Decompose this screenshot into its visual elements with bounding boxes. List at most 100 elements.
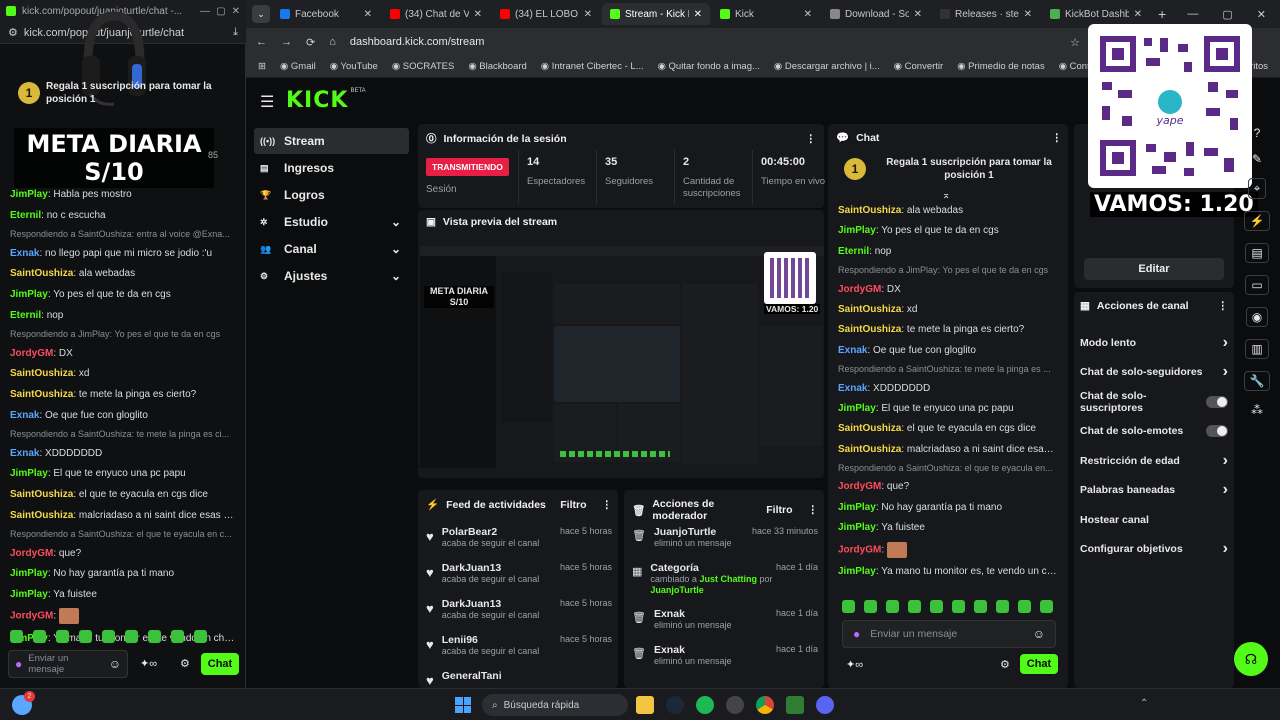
- reload-icon[interactable]: ⟳: [306, 36, 315, 49]
- emote-icon[interactable]: [79, 630, 92, 643]
- feed-filter-button[interactable]: Filtro: [560, 499, 586, 511]
- broadcast-icon[interactable]: ◉: [1245, 307, 1269, 327]
- file-explorer-icon[interactable]: [636, 696, 654, 714]
- bookmark-item[interactable]: ◉ YouTube: [330, 61, 378, 72]
- emote-icon[interactable]: [930, 600, 943, 613]
- emote-icon[interactable]: [842, 600, 855, 613]
- channel-action-item[interactable]: Configurar objetivos ›: [1080, 535, 1228, 565]
- emoji-icon[interactable]: ☺: [109, 657, 121, 671]
- chat-username[interactable]: JimPlay: [10, 468, 48, 479]
- emote-icon[interactable]: [56, 630, 69, 643]
- session-menu-icon[interactable]: ⋮: [806, 133, 817, 145]
- chat-username[interactable]: JordyGM: [838, 544, 881, 555]
- mod-action-item[interactable]: 🗑 Exnak hace 1 día eliminó un mensaje: [632, 644, 818, 680]
- feed-item[interactable]: ♥ DarkJuan13 hace 5 horas acaba de seguir e…: [426, 598, 612, 634]
- chat-username[interactable]: SaintOushiza: [838, 423, 901, 434]
- chat-username[interactable]: JordyGM: [10, 611, 53, 622]
- sidebar-item-estudio[interactable]: ✲ Estudio ⌄: [254, 209, 409, 235]
- chat-username[interactable]: JimPlay: [10, 589, 48, 600]
- emote-icon[interactable]: [102, 630, 115, 643]
- mod-action-item[interactable]: 🗑 JuanjoTurtle hace 33 minutos eliminó un m…: [632, 526, 818, 562]
- wrench-icon[interactable]: 🔧: [1243, 371, 1271, 391]
- browser-tab[interactable]: Releases · steves ✕: [932, 3, 1040, 25]
- browser-tab[interactable]: KickBot Dashboa ✕: [1042, 3, 1150, 25]
- window-close-icon[interactable]: ✕: [1257, 8, 1266, 21]
- chat-username[interactable]: SaintOushiza: [10, 510, 73, 521]
- tab-close-icon[interactable]: ✕: [804, 9, 812, 20]
- chat-username[interactable]: SaintOushiza: [10, 268, 73, 279]
- pinned-collapse-icon[interactable]: ⌅: [942, 190, 950, 201]
- message-icon[interactable]: ▭: [1245, 275, 1269, 295]
- mod-menu-icon[interactable]: ⋮: [808, 504, 819, 516]
- emote-icon[interactable]: [33, 630, 46, 643]
- back-icon[interactable]: ←: [256, 36, 267, 48]
- chat-username[interactable]: Exnak: [10, 248, 39, 259]
- tab-close-icon[interactable]: ✕: [364, 9, 372, 20]
- lightning-icon[interactable]: ⚡: [1243, 211, 1271, 231]
- emote-icon[interactable]: [952, 600, 965, 613]
- window-minimize-icon[interactable]: —: [1187, 8, 1198, 20]
- emote-icon[interactable]: [886, 600, 899, 613]
- chat-username[interactable]: SaintOushiza: [838, 324, 901, 335]
- obs-icon[interactable]: [726, 696, 744, 714]
- emote-icon[interactable]: [996, 600, 1009, 613]
- bookmark-item[interactable]: ◉ Blackboard: [468, 61, 526, 72]
- emote-icon[interactable]: [125, 630, 138, 643]
- bookmark-item[interactable]: ◉ Primedio de notas: [957, 61, 1045, 72]
- chat-username[interactable]: JimPlay: [838, 566, 876, 577]
- channel-actions-menu-icon[interactable]: ⋮: [1218, 300, 1229, 312]
- popup-chat-button[interactable]: Chat: [201, 653, 239, 675]
- chat-username[interactable]: Exnak: [838, 383, 867, 394]
- mod-by-link[interactable]: JuanjoTurtle: [650, 585, 703, 595]
- browser-tab[interactable]: Facebook ✕: [272, 3, 380, 25]
- chrome-icon[interactable]: [756, 696, 774, 714]
- sidebar-item-logros[interactable]: 🏆 Logros: [254, 182, 409, 208]
- chat-menu-icon[interactable]: ⋮: [1052, 132, 1063, 144]
- close-icon[interactable]: ✕: [232, 6, 240, 17]
- emote-icon[interactable]: [1018, 600, 1031, 613]
- emote-icon[interactable]: [171, 630, 184, 643]
- chat-username[interactable]: Eternil: [10, 310, 41, 321]
- emote-icon[interactable]: [148, 630, 161, 643]
- browser-tab[interactable]: (34) Chat de Voz ✕: [382, 3, 490, 25]
- chat-username[interactable]: SaintOushiza: [10, 368, 73, 379]
- tab-close-icon[interactable]: ✕: [1024, 9, 1032, 20]
- chat-username[interactable]: Eternil: [10, 210, 41, 221]
- share-icon[interactable]: ⁂: [1251, 403, 1263, 417]
- chat-username[interactable]: JimPlay: [10, 568, 48, 579]
- chat-username[interactable]: SaintOushiza: [10, 389, 73, 400]
- chat-username[interactable]: JimPlay: [10, 189, 48, 200]
- support-chat-button[interactable]: ☊: [1234, 642, 1268, 676]
- edit-button[interactable]: Editar: [1084, 258, 1224, 280]
- browser-tab[interactable]: (34) EL LOBO Y L ✕: [492, 3, 600, 25]
- minimize-icon[interactable]: —: [200, 6, 210, 17]
- pencil-icon[interactable]: ✎: [1252, 152, 1262, 166]
- layers-icon[interactable]: ▥: [1245, 339, 1269, 359]
- app-icon[interactable]: [786, 696, 804, 714]
- window-maximize-icon[interactable]: ▢: [1222, 8, 1232, 21]
- chat-username[interactable]: Exnak: [838, 345, 867, 356]
- emote-icon[interactable]: [974, 600, 987, 613]
- chat-username[interactable]: Eternil: [838, 246, 869, 257]
- bookmark-star-icon[interactable]: ☆: [1070, 36, 1080, 49]
- channel-action-item[interactable]: Chat de solo-emotes: [1080, 417, 1228, 447]
- emote-icon[interactable]: [10, 630, 23, 643]
- kick-logo[interactable]: KICK BETA: [286, 88, 366, 113]
- feed-item[interactable]: ♥ Lenii96 hace 5 horas acaba de seguir el c…: [426, 634, 612, 670]
- tab-close-icon[interactable]: ✕: [914, 9, 922, 20]
- bookmark-item[interactable]: ◉ Quitar fondo a imag...: [658, 61, 760, 72]
- start-button-icon[interactable]: [455, 697, 471, 713]
- address-field[interactable]: dashboard.kick.com/stream: [350, 36, 1056, 48]
- download-icon[interactable]: ⤓: [233, 26, 238, 39]
- chat-username[interactable]: JimPlay: [838, 502, 876, 513]
- feed-item[interactable]: ♥ PolarBear2 hace 5 horas acaba de seguir e…: [426, 526, 612, 562]
- emote-icon[interactable]: [1040, 600, 1053, 613]
- maximize-icon[interactable]: ▢: [216, 6, 225, 17]
- chat-username[interactable]: JimPlay: [838, 225, 876, 236]
- mod-category-link[interactable]: Just Chatting: [699, 574, 757, 584]
- hamburger-menu-icon[interactable]: ☰: [260, 92, 274, 112]
- chat-username[interactable]: SaintOushiza: [10, 489, 73, 500]
- discord-icon[interactable]: [816, 696, 834, 714]
- sidebar-item-stream[interactable]: ((•)) Stream: [254, 128, 409, 154]
- new-tab-icon[interactable]: +: [1158, 6, 1166, 22]
